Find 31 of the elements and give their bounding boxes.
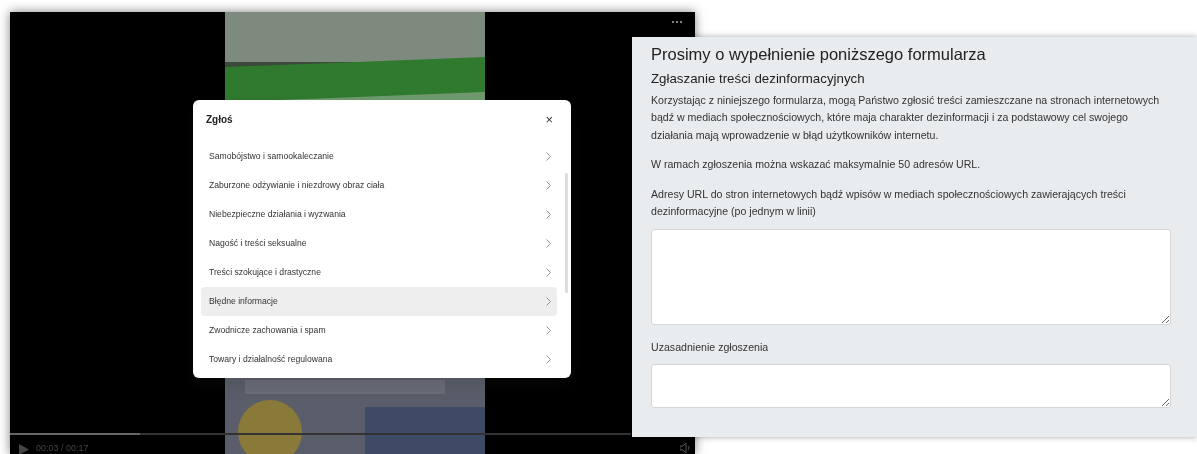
menu-item[interactable]: Towary i działalność regulowana xyxy=(201,345,557,374)
chevron-icon xyxy=(546,326,551,335)
menu-item[interactable]: Niebezpieczne działania i wyzwania xyxy=(201,200,557,229)
field-label: Adresy URL do stron internetowych bądź wpisów w mediach społecznościowych zawierających treści dezinformacyjne (po jednym w linii) xyxy=(651,186,1127,220)
play-icon[interactable] xyxy=(19,444,29,454)
field-label: Uzasadnienie zgłoszenia xyxy=(651,339,770,355)
chevron-icon xyxy=(546,239,551,248)
volume-icon[interactable] xyxy=(680,443,691,453)
chevron-icon xyxy=(546,268,551,277)
chevron-icon xyxy=(546,210,551,219)
paragraph: Korzystając z niniejszego formularza, mogą Państwo zgłosić treści zamieszczane na stronach internetowych bądź w mediach społecznościowych, które maja charakter dezinformacji i za podstawowy cel swojego działania mają wprowadzenie w błąd użytkowników internetu. xyxy=(651,92,1161,143)
chevron-icon xyxy=(546,152,551,161)
form-subtitle: Zgłaszanie treści dezinformacyjnych xyxy=(651,70,866,87)
time-display: 00:03 / 00:17 xyxy=(36,442,89,454)
close-button[interactable]: × xyxy=(545,113,553,126)
more-icon[interactable] xyxy=(671,20,683,24)
chevron-icon xyxy=(546,181,551,190)
chevron-icon xyxy=(546,297,551,306)
menu-item[interactable]: Nagość i treści seksualne xyxy=(201,229,557,258)
menu-item[interactable]: Błędne informacje xyxy=(201,287,557,316)
menu-item[interactable]: Samobójstwo i samookaleczanie xyxy=(201,142,557,171)
text-area[interactable] xyxy=(651,228,1171,325)
dialog-title: Zgłoś xyxy=(206,113,233,127)
paragraph: W ramach zgłoszenia można wskazać maksymalnie 50 adresów URL. xyxy=(651,157,982,173)
menu-item[interactable]: Zwodnicze zachowania i spam xyxy=(201,316,557,345)
scrollbar[interactable] xyxy=(565,173,568,293)
text-area[interactable] xyxy=(651,364,1171,409)
form-title: Prosimy o wypełnienie poniższego formularza xyxy=(651,45,987,65)
chevron-icon xyxy=(546,355,551,364)
menu-item[interactable]: Treści szokujące i drastyczne xyxy=(201,258,557,287)
menu-item[interactable]: Zaburzone odżywianie i niezdrowy obraz ciała xyxy=(201,171,557,200)
